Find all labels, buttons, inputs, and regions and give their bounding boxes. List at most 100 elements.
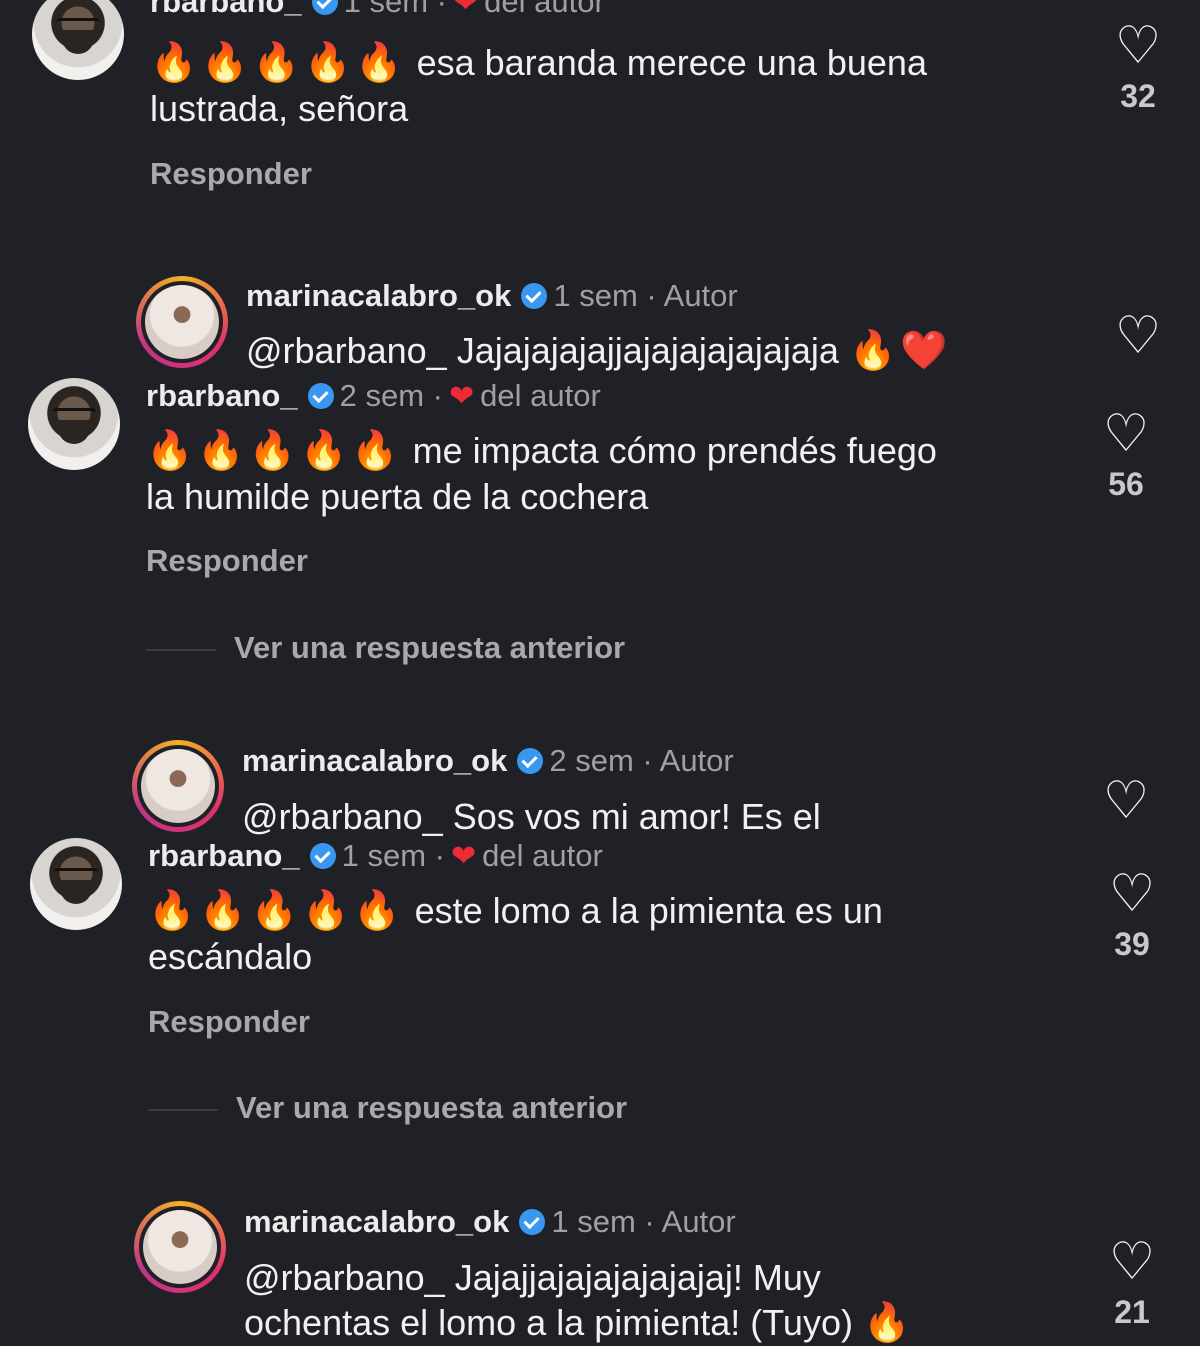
view-previous-reply[interactable]: Ver una respuesta anterior	[146, 630, 625, 666]
reply-text: @rbarbano_ Sos vos mi amor! Es el	[242, 794, 821, 839]
like-button[interactable]: ♡	[1096, 775, 1156, 827]
comment-time: 1 sem	[343, 0, 429, 19]
view-previous-reply[interactable]: Ver una respuesta anterior	[148, 1090, 627, 1126]
comment-username[interactable]: rbarbano_	[146, 378, 298, 413]
beard-detail	[62, 30, 94, 54]
mention[interactable]: @rbarbano_	[244, 1257, 445, 1298]
reply-username[interactable]: marinacalabro_ok	[246, 278, 511, 313]
comment-text-line-2: la humilde puerta de la cochera	[146, 476, 649, 517]
verified-icon	[521, 283, 548, 309]
author-tag: Autor	[659, 743, 734, 778]
heart-outline-icon[interactable]: ♡	[1096, 775, 1156, 827]
comment-time: 1 sem	[341, 838, 427, 873]
thread-line	[148, 1108, 218, 1111]
heart-outline-icon[interactable]: ♡	[1096, 408, 1156, 460]
reply-emojis: 🔥	[862, 1302, 915, 1344]
comment-text-line-1: esa baranda merece una buena	[416, 42, 927, 83]
glasses-detail	[56, 18, 100, 29]
like-count: 32	[1120, 78, 1156, 114]
reply-time: 2 sem	[549, 743, 634, 778]
separator: ·	[432, 378, 443, 413]
like-button[interactable]: ♡ 21	[1102, 1236, 1162, 1331]
glasses-detail	[52, 408, 96, 419]
profile-photo	[141, 749, 215, 823]
like-button[interactable]: ♡ 32	[1108, 20, 1168, 115]
liked-by-author-label: del autor	[480, 378, 601, 413]
avatar-rbarbano[interactable]	[32, 0, 124, 80]
reply-time: 1 sem	[553, 278, 638, 313]
comment-username[interactable]: rbarbano_	[150, 0, 302, 19]
like-button[interactable]: ♡	[1108, 310, 1168, 362]
separator: ·	[434, 838, 445, 873]
verified-icon	[519, 1209, 546, 1235]
reply-text: @rbarbano_ Jajajajajajjajajajajajajaja 🔥…	[246, 328, 952, 374]
heart-outline-icon[interactable]: ♡	[1102, 1236, 1162, 1288]
author-liked-heart-icon: ❤	[448, 380, 475, 413]
heart-outline-icon[interactable]: ♡	[1102, 868, 1162, 920]
beard-detail	[60, 880, 92, 904]
avatar-marinacalabro-story[interactable]	[134, 1201, 226, 1293]
author-tag: Autor	[661, 1204, 736, 1239]
comment-username[interactable]: rbarbano_	[148, 838, 300, 873]
avatar-marinacalabro-story[interactable]	[132, 740, 224, 832]
like-count: 21	[1114, 1294, 1150, 1330]
reply-time: 1 sem	[551, 1204, 636, 1239]
view-previous-label[interactable]: Ver una respuesta anterior	[234, 630, 625, 665]
like-count: 39	[1114, 926, 1150, 962]
view-previous-label[interactable]: Ver una respuesta anterior	[236, 1090, 627, 1125]
glasses-detail	[54, 868, 98, 879]
comment-text-line-1: me impacta cómo prendés fuego	[412, 430, 937, 471]
like-button[interactable]: ♡ 56	[1096, 408, 1156, 503]
reply-meta: marinacalabro_ok 1 sem · Autor	[246, 278, 738, 314]
comment-meta: rbarbano_ 1 sem · ❤ del autor	[150, 0, 605, 20]
like-button[interactable]: ♡ 39	[1102, 868, 1162, 963]
mention[interactable]: @rbarbano_	[246, 330, 447, 371]
like-count: 56	[1108, 466, 1144, 502]
reply-meta: marinacalabro_ok 2 sem · Autor	[242, 743, 734, 779]
profile-photo	[143, 1210, 217, 1284]
profile-photo	[145, 285, 219, 359]
avatar-marinacalabro-story[interactable]	[136, 276, 228, 368]
verified-icon	[309, 843, 336, 869]
author-liked-heart-icon: ❤	[452, 0, 479, 19]
verified-icon	[311, 0, 338, 15]
avatar-rbarbano[interactable]	[28, 378, 120, 470]
verified-icon	[517, 748, 544, 774]
thread-line	[146, 648, 216, 651]
comment-text-line-2: lustrada, señora	[150, 88, 409, 129]
reply-button[interactable]: Responder	[146, 543, 308, 579]
liked-by-author-label: del autor	[484, 0, 605, 19]
separator: ·	[646, 278, 657, 313]
reply-body: Jajajajajajjajajajajajajaja	[456, 330, 839, 371]
comment-text: 🔥🔥🔥🔥🔥 este lomo a la pimienta es un escá…	[148, 888, 883, 979]
reply-body: Sos vos mi amor! Es el	[452, 796, 821, 837]
fire-emojis: 🔥🔥🔥🔥🔥	[150, 42, 407, 84]
reply-text: @rbarbano_ Jajajjajajajajajajaj! Muy och…	[244, 1255, 914, 1346]
reply-username[interactable]: marinacalabro_ok	[242, 743, 507, 778]
comment-text: 🔥🔥🔥🔥🔥 esa baranda merece una buena lustr…	[150, 40, 927, 131]
reply-username[interactable]: marinacalabro_ok	[244, 1204, 509, 1239]
comment-text-line-1: este lomo a la pimienta es un	[414, 890, 883, 931]
mention[interactable]: @rbarbano_	[242, 796, 443, 837]
reply-body-line-1: Jajajjajajajajajajaj! Muy	[454, 1257, 821, 1298]
reply-button[interactable]: Responder	[150, 156, 312, 192]
comment-time: 2 sem	[339, 378, 425, 413]
fire-emojis: 🔥🔥🔥🔥🔥	[148, 890, 405, 932]
separator: ·	[642, 743, 653, 778]
heart-outline-icon[interactable]: ♡	[1108, 20, 1168, 72]
separator: ·	[436, 0, 447, 19]
author-liked-heart-icon: ❤	[450, 840, 477, 873]
reply-meta: marinacalabro_ok 1 sem · Autor	[244, 1204, 736, 1240]
comment-meta: rbarbano_ 1 sem · ❤ del autor	[148, 838, 603, 874]
avatar-rbarbano[interactable]	[30, 838, 122, 930]
author-tag: Autor	[663, 278, 738, 313]
comment-text-line-2: escándalo	[148, 936, 313, 977]
comment-text: 🔥🔥🔥🔥🔥 me impacta cómo prendés fuego la h…	[146, 428, 937, 519]
beard-detail	[58, 420, 90, 444]
reply-button[interactable]: Responder	[148, 1004, 310, 1040]
verified-icon	[307, 383, 334, 409]
comment-meta: rbarbano_ 2 sem · ❤ del autor	[146, 378, 601, 414]
fire-emojis: 🔥🔥🔥🔥🔥	[146, 430, 403, 472]
reply-emojis: 🔥❤️	[848, 330, 952, 372]
heart-outline-icon[interactable]: ♡	[1108, 310, 1168, 362]
